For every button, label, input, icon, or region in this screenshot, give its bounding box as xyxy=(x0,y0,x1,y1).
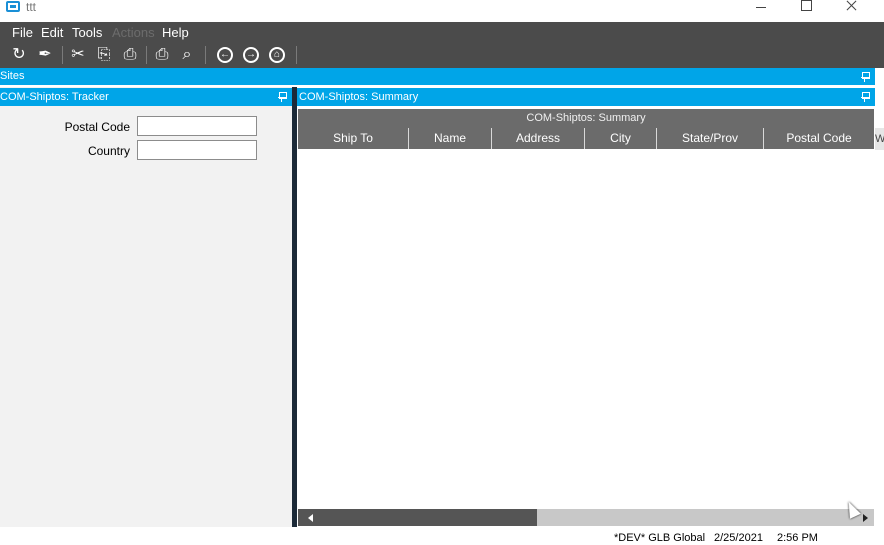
toolbar: ↻ ✒ ✂ ⎘ ⎙ ⎙ ⌕ ← → ⌂ xyxy=(0,42,884,68)
postal-code-label: Postal Code xyxy=(64,120,130,134)
back-icon[interactable]: ← xyxy=(217,47,233,63)
tracker-header: COM-Shiptos: Tracker xyxy=(0,88,292,106)
maximize-button[interactable] xyxy=(783,0,829,14)
print-preview-icon[interactable]: ⌕ xyxy=(177,45,197,65)
pin-icon[interactable] xyxy=(861,72,870,82)
minimize-button[interactable] xyxy=(738,0,784,14)
menu-actions: Actions xyxy=(112,25,155,40)
scrollbar-thumb[interactable] xyxy=(298,509,537,526)
column-header-ship-to[interactable]: Ship To xyxy=(298,128,409,149)
overflow-column-fragment: W xyxy=(875,128,884,150)
country-input[interactable] xyxy=(137,140,257,160)
clear-icon[interactable]: ✒ xyxy=(35,45,55,65)
print-icon[interactable]: ⎙ xyxy=(152,45,172,65)
refresh-icon[interactable]: ↻ xyxy=(9,45,29,65)
grid-title: COM-Shiptos: Summary xyxy=(298,109,874,128)
grid-header-row: Ship To Name Address City State/Prov Pos… xyxy=(298,128,874,149)
horizontal-scrollbar[interactable] xyxy=(298,509,874,526)
status-environment: *DEV* GLB Global xyxy=(614,532,706,544)
status-time: 2:56 PM xyxy=(777,532,818,544)
scroll-right-icon[interactable] xyxy=(863,514,868,522)
close-button[interactable] xyxy=(829,0,875,14)
menu-tools[interactable]: Tools xyxy=(72,25,102,40)
column-header-state-prov[interactable]: State/Prov xyxy=(657,128,764,149)
menu-file[interactable]: File xyxy=(12,25,33,40)
column-header-postal-code[interactable]: Postal Code xyxy=(764,128,874,149)
copy-icon[interactable]: ⎘ xyxy=(94,45,114,65)
pin-icon[interactable] xyxy=(278,92,287,102)
cut-icon[interactable]: ✂ xyxy=(68,45,88,65)
toolbar-separator xyxy=(205,46,206,64)
status-date: 2/25/2021 xyxy=(714,532,763,544)
toolbar-separator xyxy=(62,46,63,64)
sites-label: Sites xyxy=(0,70,25,82)
pin-icon[interactable] xyxy=(861,92,870,102)
app-window: ttt File Edit Tools Actions Help ↻ ✒ ✂ ⎘… xyxy=(0,0,884,545)
toolbar-separator xyxy=(146,46,147,64)
postal-code-input[interactable] xyxy=(137,116,257,136)
paste-icon[interactable]: ⎙ xyxy=(120,45,140,65)
summary-header: COM-Shiptos: Summary xyxy=(297,88,875,106)
title-bar: ttt xyxy=(0,0,884,22)
menu-edit[interactable]: Edit xyxy=(41,25,63,40)
grid-body[interactable] xyxy=(298,149,874,509)
menu-help[interactable]: Help xyxy=(162,25,189,40)
column-header-city[interactable]: City xyxy=(585,128,657,149)
sites-bar: Sites xyxy=(0,68,875,85)
tracker-panel: COM-Shiptos: Tracker Postal Code Country xyxy=(0,87,292,527)
country-label: Country xyxy=(87,144,130,158)
status-bar: *DEV* GLB Global 2/25/2021 2:56 PM xyxy=(0,527,884,545)
forward-icon[interactable]: → xyxy=(243,47,259,63)
column-header-name[interactable]: Name xyxy=(409,128,492,149)
toolbar-separator xyxy=(296,46,297,64)
app-icon xyxy=(6,1,20,12)
menu-bar: File Edit Tools Actions Help xyxy=(0,22,884,42)
tracker-title: COM-Shiptos: Tracker xyxy=(0,91,109,103)
home-icon[interactable]: ⌂ xyxy=(269,47,285,63)
scroll-left-icon[interactable] xyxy=(308,514,313,522)
window-title: ttt xyxy=(26,0,37,14)
summary-title: COM-Shiptos: Summary xyxy=(299,91,419,103)
summary-panel: COM-Shiptos: Summary COM-Shiptos: Summar… xyxy=(297,87,875,527)
column-header-address[interactable]: Address xyxy=(492,128,585,149)
